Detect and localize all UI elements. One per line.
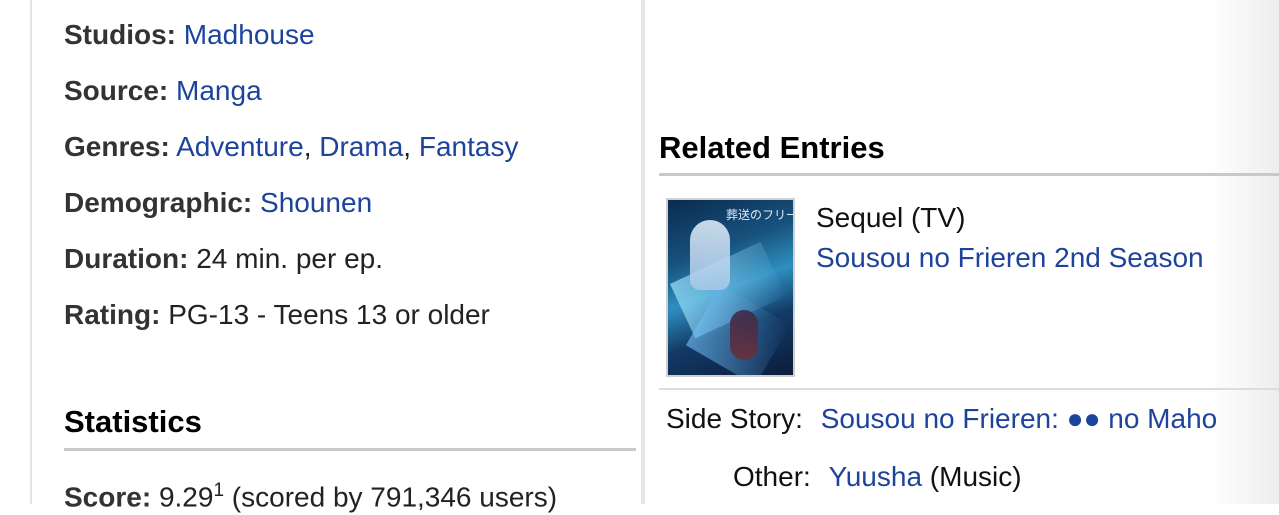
genre-link-fantasy[interactable]: Fantasy: [419, 131, 519, 162]
info-demographic: Demographic: Shounen: [64, 185, 372, 221]
thumbnail-art-figure: [730, 310, 758, 360]
statistics-rule: [64, 448, 636, 451]
related-relation-type: Sequel (TV): [816, 202, 966, 233]
related-other-row: Other: Yuusha (Music): [733, 459, 1022, 495]
rating-value: PG-13 - Teens 13 or older: [168, 299, 490, 330]
duration-label: Duration:: [64, 243, 189, 274]
side-story-link[interactable]: Sousou no Frieren: ●● no Maho: [821, 403, 1217, 434]
other-suffix: (Music): [929, 461, 1022, 492]
genre-link-adventure[interactable]: Adventure: [176, 131, 304, 162]
score-footnote: 1: [213, 480, 225, 501]
studio-link-madhouse[interactable]: Madhouse: [184, 19, 315, 50]
demographic-label: Demographic:: [64, 187, 253, 218]
side-story-label: Side Story:: [666, 403, 803, 434]
rating-label: Rating:: [64, 299, 161, 330]
duration-value: 24 min. per ep.: [196, 243, 383, 274]
score-value: 9.29: [158, 481, 214, 513]
genre-separator: ,: [303, 131, 320, 162]
related-divider: [659, 388, 1279, 390]
info-rating: Rating: PG-13 - Teens 13 or older: [64, 297, 490, 333]
info-genres: Genres: Adventure, Drama, Fantasy: [64, 129, 518, 165]
related-title-link[interactable]: Sousou no Frieren 2nd Season: [816, 240, 1204, 276]
related-entries-heading: Related Entries: [659, 130, 885, 165]
statistics-heading: Statistics: [64, 404, 202, 439]
related-entries-rule: [659, 173, 1279, 176]
source-label: Source:: [64, 75, 169, 106]
genre-link-drama[interactable]: Drama: [319, 131, 403, 162]
other-link-yuusha[interactable]: Yuusha: [829, 461, 922, 492]
column-divider: [641, 0, 645, 504]
related-side-story-row: Side Story: Sousou no Frieren: ●● no Mah…: [666, 401, 1217, 437]
score-users: (scored by 791,346 users): [231, 481, 558, 513]
info-studios: Studios: Madhouse: [64, 17, 315, 53]
thumbnail-logo-text: 葬送のフリーレン: [726, 208, 793, 222]
studios-label: Studios:: [64, 19, 176, 50]
info-duration: Duration: 24 min. per ep.: [64, 241, 383, 277]
other-label: Other:: [733, 461, 811, 492]
info-score: Score: 9.291 (scored by 791,346 users): [64, 473, 557, 515]
info-source: Source: Manga: [64, 73, 262, 109]
related-thumbnail[interactable]: 葬送のフリーレン: [666, 198, 795, 377]
right-edge-shadow: [1209, 0, 1279, 504]
genres-label: Genres:: [64, 131, 170, 162]
demographic-link-shounen[interactable]: Shounen: [260, 187, 372, 218]
score-label: Score:: [64, 481, 152, 513]
genre-separator: ,: [403, 131, 419, 162]
thumbnail-art-figure: [690, 220, 730, 290]
left-panel-border: [30, 0, 32, 504]
source-link-manga[interactable]: Manga: [176, 75, 262, 106]
